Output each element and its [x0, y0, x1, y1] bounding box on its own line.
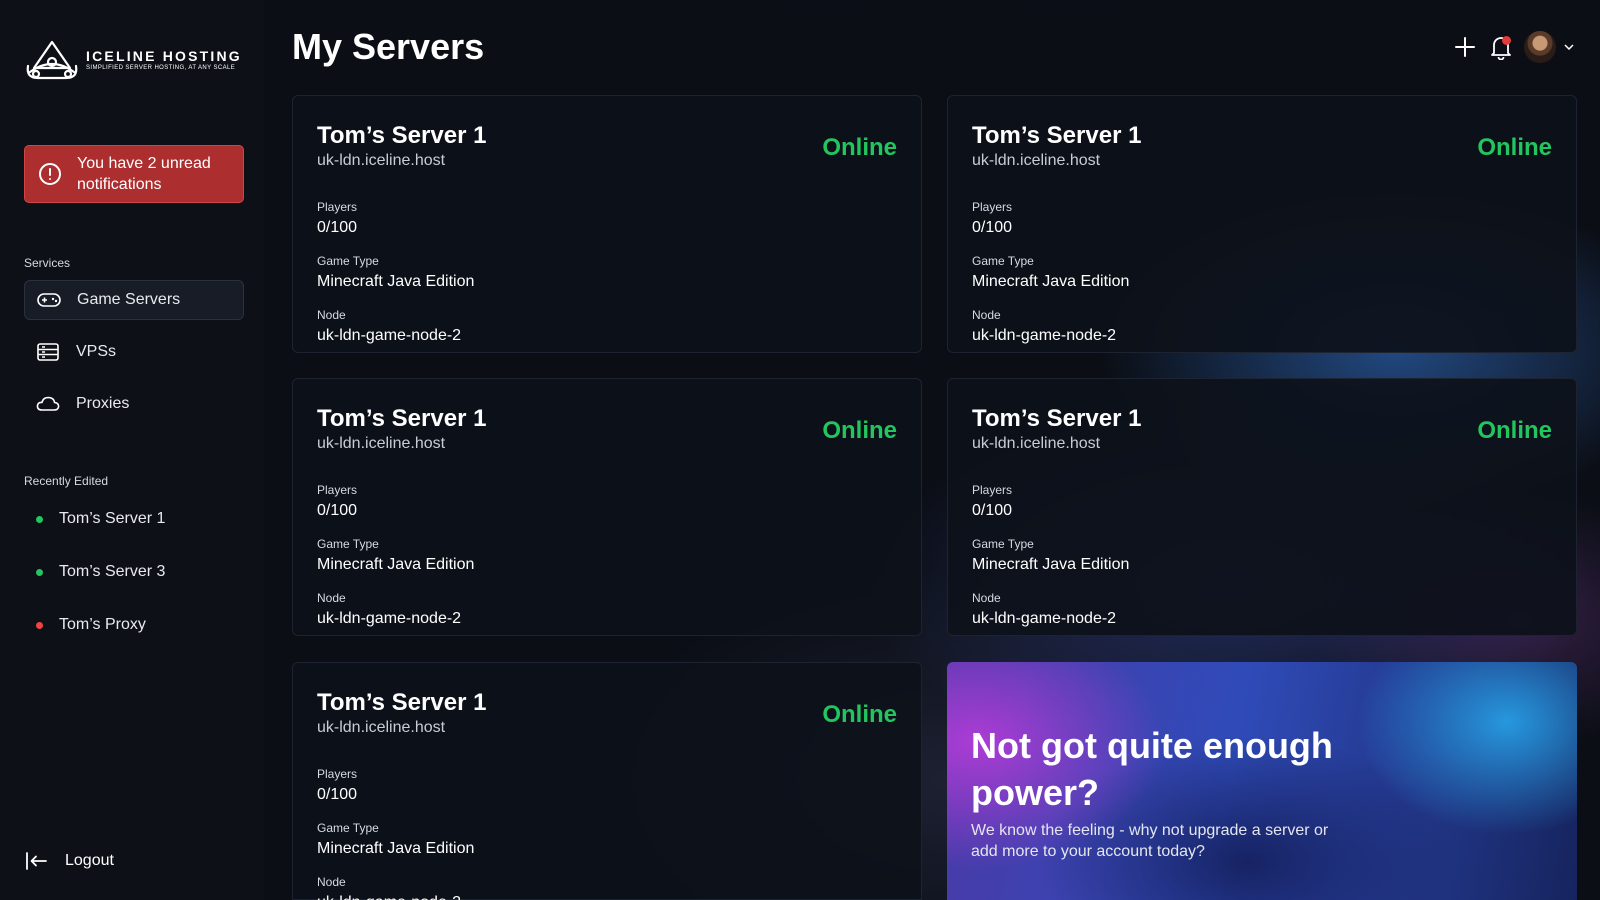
status-dot [36, 515, 43, 523]
upgrade-promo-card[interactable]: Not got quite enough power? We know the … [947, 662, 1577, 900]
server-host: uk-ldn.iceline.host [972, 152, 1101, 169]
sidebar: ICELINE HOSTING SIMPLIFIED SERVER HOSTIN… [0, 0, 264, 900]
players-label: Players [317, 200, 358, 214]
recent-item-label: Tom’s Proxy [59, 616, 146, 633]
recent-item-toms-proxy[interactable]: Tom’s Proxy [36, 616, 146, 634]
alert-text: You have 2 unread notifications [77, 155, 211, 193]
server-card[interactable]: Tom’s Server 1 uk-ldn.iceline.host Onlin… [947, 378, 1577, 636]
players-value: 0/100 [317, 786, 358, 803]
server-name: Tom’s Server 1 [317, 122, 487, 149]
players-label: Players [317, 767, 358, 781]
promo-heading: Not got quite enough power? [971, 725, 1333, 813]
game-type-label: Game Type [317, 537, 379, 551]
game-type-value: Minecraft Java Edition [317, 840, 475, 857]
status-badge: Online [1477, 417, 1552, 444]
server-host: uk-ldn.iceline.host [317, 152, 446, 169]
node-label: Node [972, 591, 1001, 605]
chevron-down-icon[interactable] [1564, 44, 1574, 50]
unread-notifications-alert[interactable]: You have 2 unread notifications [24, 145, 244, 203]
sidebar-item-label: VPSs [76, 343, 117, 360]
logout-icon [26, 852, 47, 870]
avatar[interactable] [1524, 31, 1556, 63]
cloud-icon [36, 395, 60, 413]
server-card[interactable]: Tom’s Server 1 uk-ldn.iceline.host Onlin… [292, 662, 922, 900]
notification-dot [1502, 36, 1511, 45]
sidebar-item-proxies[interactable]: Proxies [24, 384, 244, 424]
server-card[interactable]: Tom’s Server 1 uk-ldn.iceline.host Onlin… [947, 95, 1577, 353]
server-name: Tom’s Server 1 [317, 689, 487, 716]
node-label: Node [317, 875, 346, 889]
players-value: 0/100 [972, 219, 1013, 236]
server-icon [36, 343, 60, 361]
server-name: Tom’s Server 1 [972, 122, 1142, 149]
sidebar-item-game-servers[interactable]: Game Servers [24, 280, 244, 320]
recent-item-label: Tom’s Server 3 [59, 563, 166, 580]
exclamation-circle-icon [39, 163, 61, 185]
node-label: Node [317, 591, 346, 605]
node-value: uk-ldn-game-node-2 [317, 893, 897, 900]
recent-item-toms-server-3[interactable]: Tom’s Server 3 [36, 563, 165, 581]
players-label: Players [972, 483, 1013, 497]
sidebar-item-label: Proxies [76, 395, 130, 412]
game-type-value: Minecraft Java Edition [972, 273, 1130, 290]
services-label: Services [24, 256, 71, 270]
players-value: 0/100 [972, 502, 1013, 519]
game-type-label: Game Type [972, 254, 1034, 268]
gamepad-icon [37, 291, 61, 309]
logout-label: Logout [65, 852, 114, 869]
game-type-value: Minecraft Java Edition [317, 556, 475, 573]
brand-name: ICELINE HOSTING [86, 48, 242, 64]
server-host: uk-ldn.iceline.host [972, 435, 1101, 452]
server-host: uk-ldn.iceline.host [317, 719, 446, 736]
iceline-logo-icon [26, 40, 78, 80]
players-label: Players [317, 483, 358, 497]
add-server-button[interactable] [1454, 36, 1476, 58]
status-dot [36, 568, 43, 576]
status-badge: Online [822, 134, 897, 161]
promo-text: We know the feeling - why not upgrade a … [971, 822, 1329, 860]
server-name: Tom’s Server 1 [972, 405, 1142, 432]
players-label: Players [972, 200, 1013, 214]
sidebar-item-label: Game Servers [77, 291, 181, 308]
recent-item-toms-server-1[interactable]: Tom’s Server 1 [36, 510, 165, 528]
node-label: Node [972, 308, 1001, 322]
brand-tagline: SIMPLIFIED SERVER HOSTING, AT ANY SCALE [86, 65, 236, 71]
node-value: uk-ldn-game-node-2 [972, 327, 1117, 344]
logout-button[interactable]: Logout [25, 852, 114, 870]
server-host: uk-ldn.iceline.host [317, 435, 446, 452]
recently-edited-label: Recently Edited [24, 474, 109, 488]
node-label: Node [317, 308, 346, 322]
sidebar-item-vpss[interactable]: VPSs [24, 332, 244, 372]
status-badge: Online [822, 701, 897, 728]
players-value: 0/100 [317, 219, 358, 236]
brand-logo[interactable]: ICELINE HOSTING SIMPLIFIED SERVER HOSTIN… [24, 38, 242, 82]
status-badge: Online [1477, 134, 1552, 161]
recent-item-label: Tom’s Server 1 [59, 510, 166, 527]
status-dot [36, 621, 43, 629]
node-value: uk-ldn-game-node-2 [317, 327, 462, 344]
node-value: uk-ldn-game-node-2 [972, 610, 1117, 627]
status-badge: Online [822, 417, 897, 444]
server-name: Tom’s Server 1 [317, 405, 487, 432]
page-title: My Servers [292, 26, 485, 67]
game-type-value: Minecraft Java Edition [317, 273, 475, 290]
node-value: uk-ldn-game-node-2 [317, 610, 462, 627]
server-card[interactable]: Tom’s Server 1 uk-ldn.iceline.host Onlin… [292, 95, 922, 353]
game-type-label: Game Type [317, 254, 379, 268]
game-type-value: Minecraft Java Edition [972, 556, 1130, 573]
server-card[interactable]: Tom’s Server 1 uk-ldn.iceline.host Onlin… [292, 378, 922, 636]
players-value: 0/100 [317, 502, 358, 519]
game-type-label: Game Type [972, 537, 1034, 551]
game-type-label: Game Type [317, 821, 379, 835]
